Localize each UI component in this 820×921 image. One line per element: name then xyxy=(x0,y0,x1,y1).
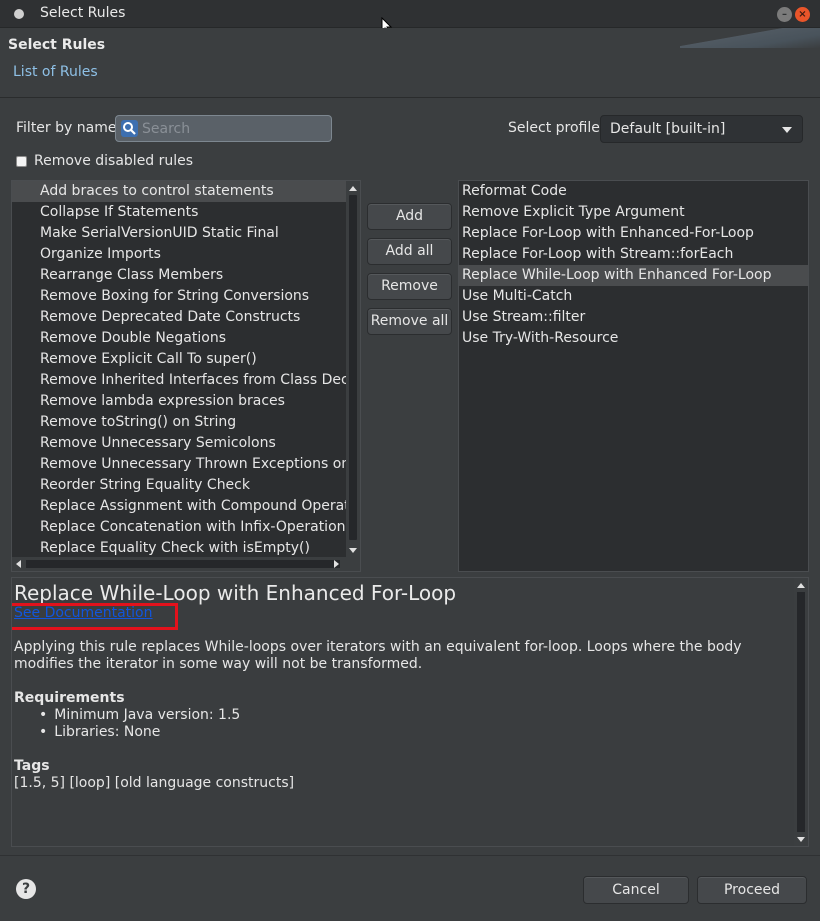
scroll-down-icon[interactable] xyxy=(797,837,805,842)
profile-label: Select profile xyxy=(508,120,600,136)
window-menu-icon[interactable] xyxy=(14,9,24,19)
proceed-button[interactable]: Proceed xyxy=(697,876,807,904)
list-item[interactable]: Replace For-Loop with Enhanced-For-Loop xyxy=(459,223,808,244)
description-scrollbar[interactable] xyxy=(794,578,808,846)
scrollbar-thumb[interactable] xyxy=(797,592,805,832)
tags-heading: Tags xyxy=(14,758,50,774)
search-input[interactable] xyxy=(142,119,327,139)
search-field[interactable] xyxy=(115,115,332,142)
window-title: Select Rules xyxy=(40,5,126,21)
scroll-left-icon[interactable] xyxy=(16,560,21,568)
scrollbar-thumb[interactable] xyxy=(349,195,357,540)
available-rules-list[interactable]: Add braces to control statements Collapse… xyxy=(11,180,361,572)
list-item[interactable]: Collapse If Statements xyxy=(12,202,346,223)
see-documentation-link[interactable]: See Documentation xyxy=(14,605,153,621)
list-item[interactable]: Reorder String Equality Check xyxy=(12,475,346,496)
vertical-scrollbar[interactable] xyxy=(346,181,360,557)
chevron-down-icon xyxy=(782,127,792,133)
checkbox-box[interactable] xyxy=(16,156,27,167)
footer-divider xyxy=(0,855,820,856)
header-banner-graphic xyxy=(680,28,820,48)
list-item[interactable]: Rearrange Class Members xyxy=(12,265,346,286)
list-item[interactable]: Replace Concatenation with Infix-Operati… xyxy=(12,517,346,538)
scrollbar-thumb[interactable] xyxy=(26,560,340,568)
wizard-header: Select Rules List of Rules xyxy=(0,28,820,98)
wizard-subtitle: List of Rules xyxy=(13,64,98,80)
list-item[interactable]: Remove Explicit Type Argument xyxy=(459,202,808,223)
scroll-up-icon[interactable] xyxy=(349,186,357,191)
checkbox-label: Remove disabled rules xyxy=(34,153,194,169)
help-icon[interactable]: ? xyxy=(16,879,36,899)
list-item[interactable]: Remove Boxing for String Conversions xyxy=(12,286,346,307)
list-item[interactable]: Replace Assignment with Compound Operato… xyxy=(12,496,346,517)
list-item[interactable]: Remove Double Negations xyxy=(12,328,346,349)
filter-label: Filter by name xyxy=(16,120,117,136)
close-icon[interactable]: × xyxy=(795,7,810,22)
title-bar: Select Rules – × xyxy=(0,0,820,28)
list-item[interactable]: Remove toString() on String xyxy=(12,412,346,433)
requirement-item: Libraries: None xyxy=(39,724,240,741)
profile-selected-value: Default [built-in] xyxy=(610,121,726,137)
requirement-item: Minimum Java version: 1.5 xyxy=(39,707,240,724)
search-icon xyxy=(121,120,138,137)
list-item[interactable]: Replace For-Loop with Stream::forEach xyxy=(459,244,808,265)
list-item[interactable]: Remove Unnecessary Thrown Exceptions on … xyxy=(12,454,346,475)
list-item[interactable]: Remove Deprecated Date Constructs xyxy=(12,307,346,328)
list-item[interactable]: Remove lambda expression braces xyxy=(12,391,346,412)
add-button[interactable]: Add xyxy=(367,203,452,230)
list-item[interactable]: Use Try-With-Resource xyxy=(459,328,808,349)
list-item[interactable]: Replace Equality Check with isEmpty() xyxy=(12,538,346,559)
remove-all-button[interactable]: Remove all xyxy=(367,308,452,335)
list-item[interactable]: Organize Imports xyxy=(12,244,346,265)
tags-list: [1.5, 5] [loop] [old language constructs… xyxy=(14,775,295,791)
remove-button[interactable]: Remove xyxy=(367,273,452,300)
selected-rules-list[interactable]: Reformat Code Remove Explicit Type Argume… xyxy=(458,180,809,572)
rule-description-panel: Replace While-Loop with Enhanced For-Loo… xyxy=(11,577,809,847)
requirements-list: Minimum Java version: 1.5 Libraries: Non… xyxy=(39,707,240,741)
list-item[interactable]: Remove Inherited Interfaces from Class D… xyxy=(12,370,346,391)
list-item[interactable]: Add braces to control statements xyxy=(12,181,346,202)
wizard-title: Select Rules xyxy=(8,37,106,53)
list-item[interactable]: Use Multi-Catch xyxy=(459,286,808,307)
minimize-icon[interactable]: – xyxy=(777,7,792,22)
list-item[interactable]: Use Stream::filter xyxy=(459,307,808,328)
requirements-heading: Requirements xyxy=(14,690,125,706)
list-item[interactable]: Remove Explicit Call To super() xyxy=(12,349,346,370)
scroll-right-icon[interactable] xyxy=(334,560,339,568)
horizontal-scrollbar[interactable] xyxy=(12,557,360,571)
rule-title: Replace While-Loop with Enhanced For-Loo… xyxy=(14,581,457,605)
list-item[interactable]: Reformat Code xyxy=(459,181,808,202)
scroll-up-icon[interactable] xyxy=(797,583,805,588)
list-item[interactable]: Remove Unnecessary Semicolons xyxy=(12,433,346,454)
rule-description-text: Applying this rule replaces While-loops … xyxy=(14,639,742,672)
selected-rules-items: Reformat Code Remove Explicit Type Argume… xyxy=(459,181,808,349)
available-rules-items: Add braces to control statements Collapse… xyxy=(12,181,346,559)
list-item[interactable]: Make SerialVersionUID Static Final xyxy=(12,223,346,244)
profile-dropdown[interactable]: Default [built-in] xyxy=(600,115,803,143)
list-item[interactable]: Replace While-Loop with Enhanced For-Loo… xyxy=(459,265,808,286)
cancel-button[interactable]: Cancel xyxy=(583,876,689,904)
add-all-button[interactable]: Add all xyxy=(367,238,452,265)
scroll-down-icon[interactable] xyxy=(349,548,357,553)
